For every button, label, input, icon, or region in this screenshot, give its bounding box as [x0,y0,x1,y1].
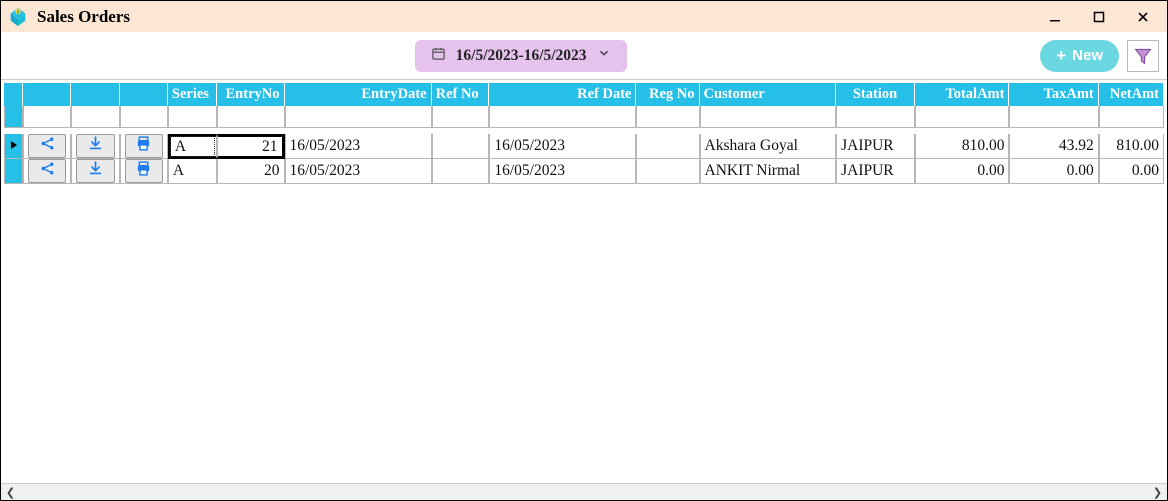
cell-totalamt[interactable]: 0.00 [915,159,1010,184]
col-refno[interactable]: Ref No [432,83,490,106]
share-cell [23,159,71,184]
col-action-share [23,83,71,106]
cell-netamt[interactable]: 810.00 [1099,134,1164,159]
cell-taxamt[interactable]: 43.92 [1009,134,1098,159]
download-cell [71,134,119,159]
col-netamt[interactable]: NetAmt [1099,83,1164,106]
col-action-download [71,83,119,106]
cell-entryno[interactable]: 20 [217,159,284,184]
cell-series[interactable]: A [168,134,217,159]
filter-cell[interactable] [636,106,699,128]
filter-cell[interactable] [168,106,217,128]
table-row[interactable]: A2016/05/202316/05/2023ANKIT NirmalJAIPU… [4,159,1164,184]
header-row: Series EntryNo EntryDate Ref No Ref Date… [4,83,1164,106]
row-indicator[interactable] [4,134,23,159]
download-icon [87,135,104,157]
col-action-print [120,83,168,106]
row-indicator[interactable] [4,159,23,184]
print-icon [135,160,152,182]
cell-netamt[interactable]: 0.00 [1099,159,1164,184]
new-button[interactable]: + New [1040,40,1119,72]
horizontal-scrollbar[interactable]: ❮ ❯ [1,483,1167,500]
cell-refdate[interactable]: 16/05/2023 [489,159,636,184]
cell-refdate[interactable]: 16/05/2023 [489,134,636,159]
cell-entrydate[interactable]: 16/05/2023 [285,159,432,184]
col-refdate[interactable]: Ref Date [489,83,636,106]
filter-row[interactable] [4,106,1164,128]
col-entryno[interactable]: EntryNo [217,83,284,106]
filter-cell[interactable] [1099,106,1164,128]
cell-taxamt[interactable]: 0.00 [1009,159,1098,184]
share-icon [39,160,56,182]
filter-cell[interactable] [432,106,490,128]
scroll-right-button[interactable]: ❯ [1149,486,1166,499]
col-totalamt[interactable]: TotalAmt [915,83,1010,106]
cell-regno[interactable] [636,134,699,159]
col-taxamt[interactable]: TaxAmt [1009,83,1098,106]
cell-refno[interactable] [432,159,490,184]
cell-series[interactable]: A [168,159,217,184]
cell-totalamt[interactable]: 810.00 [915,134,1010,159]
chevron-down-icon [597,46,611,65]
toolbar: 16/5/2023-16/5/2023 + New [1,32,1167,80]
filter-cell[interactable] [71,106,119,128]
close-button[interactable] [1125,1,1161,32]
filter-cell[interactable] [489,106,636,128]
grid-area: Series EntryNo EntryDate Ref No Ref Date… [1,80,1167,483]
date-range-picker[interactable]: 16/5/2023-16/5/2023 [415,40,627,72]
filter-cell[interactable] [836,106,915,128]
download-button[interactable] [76,159,114,183]
filter-cell[interactable] [23,106,71,128]
cell-entryno[interactable]: 21 [217,134,284,159]
filter-button[interactable] [1127,40,1159,72]
plus-icon: + [1056,46,1066,66]
share-button[interactable] [28,159,66,183]
cell-customer[interactable]: Akshara Goyal [700,134,837,159]
calendar-icon [431,46,446,66]
cell-entrydate[interactable]: 16/05/2023 [285,134,432,159]
cell-station[interactable]: JAIPUR [836,134,915,159]
col-station[interactable]: Station [836,83,915,106]
print-icon [135,135,152,157]
filter-cell[interactable] [700,106,837,128]
col-series[interactable]: Series [168,83,217,106]
cell-regno[interactable] [636,159,699,184]
col-customer[interactable]: Customer [700,83,837,106]
col-indicator [4,83,23,106]
filter-cell[interactable] [120,106,168,128]
filter-cell[interactable] [285,106,432,128]
share-cell [23,134,71,159]
filter-cell[interactable] [915,106,1010,128]
minimize-button[interactable] [1037,1,1073,32]
download-cell [71,159,119,184]
maximize-button[interactable] [1081,1,1117,32]
new-button-label: New [1072,47,1103,64]
app-logo-icon: $ [7,6,29,28]
print-button[interactable] [125,134,163,158]
print-cell [120,159,168,184]
download-icon [87,160,104,182]
title-bar: $ Sales Orders [1,1,1167,32]
filter-cell[interactable] [217,106,284,128]
col-entrydate[interactable]: EntryDate [285,83,432,106]
scroll-left-button[interactable]: ❮ [2,486,19,499]
table-row[interactable]: A2116/05/202316/05/2023Akshara GoyalJAIP… [4,134,1164,159]
orders-grid[interactable]: Series EntryNo EntryDate Ref No Ref Date… [4,83,1164,184]
scroll-track[interactable] [19,484,1149,500]
filter-cell[interactable] [1009,106,1098,128]
window-title: Sales Orders [37,7,130,27]
cell-station[interactable]: JAIPUR [836,159,915,184]
cell-customer[interactable]: ANKIT Nirmal [700,159,837,184]
cell-refno[interactable] [432,134,490,159]
share-icon [39,135,56,157]
download-button[interactable] [76,134,114,158]
date-range-text: 16/5/2023-16/5/2023 [456,47,587,65]
filter-indicator [4,106,23,128]
col-regno[interactable]: Reg No [636,83,699,106]
print-cell [120,134,168,159]
print-button[interactable] [125,159,163,183]
share-button[interactable] [28,134,66,158]
funnel-icon [1133,46,1153,66]
